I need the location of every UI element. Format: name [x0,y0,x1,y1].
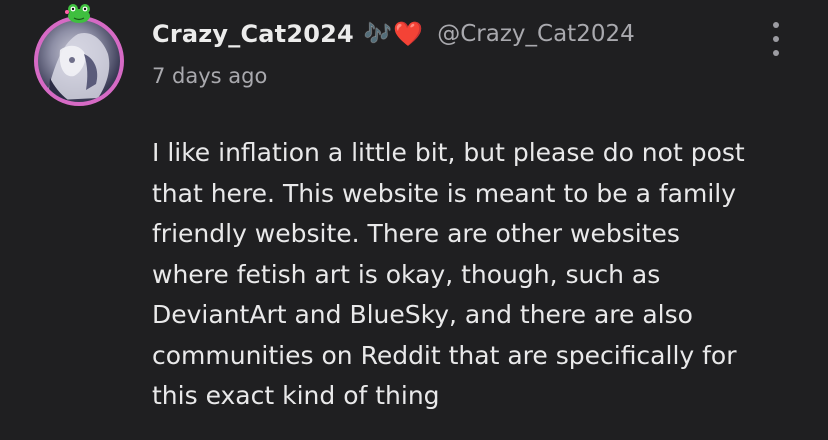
name-decorations: 🎶 ❤️ [364,20,423,48]
comment-line: DeviantArt and BlueSky, and there are al… [152,300,693,329]
heart-icon: ❤️ [393,20,424,48]
user-handle[interactable]: @Crazy_Cat2024 [437,21,635,47]
more-vertical-icon [773,22,779,28]
avatar-container[interactable] [32,4,132,108]
music-note-icon: 🎶 [363,21,392,47]
comment-line: that here. This website is meant to be a… [152,178,737,208]
timestamp: 7 days ago [152,64,268,88]
comment-line: communities on Reddit that are specifica… [152,340,737,370]
more-vertical-icon-dot [773,36,779,42]
more-options-button[interactable] [764,22,788,56]
comment-line: this exact kind of thing [152,381,440,410]
avatar-image [48,32,110,100]
more-vertical-icon-dot [773,50,779,56]
comment-body: I like inflation a little bit, but pleas… [152,133,802,417]
comment-card: Crazy_Cat2024 🎶 ❤️ @Crazy_Cat2024 7 days… [0,0,828,440]
username[interactable]: Crazy_Cat2024 [152,20,354,48]
comment-line: I like inflation a little bit, but pleas… [152,138,745,167]
comment-header: Crazy_Cat2024 🎶 ❤️ @Crazy_Cat2024 [152,20,635,48]
frog-icon [64,2,94,24]
avatar[interactable] [34,16,124,106]
comment-line: where fetish art is okay, though, such a… [152,259,661,289]
comment-line: friendly website. There are other websit… [152,219,680,248]
